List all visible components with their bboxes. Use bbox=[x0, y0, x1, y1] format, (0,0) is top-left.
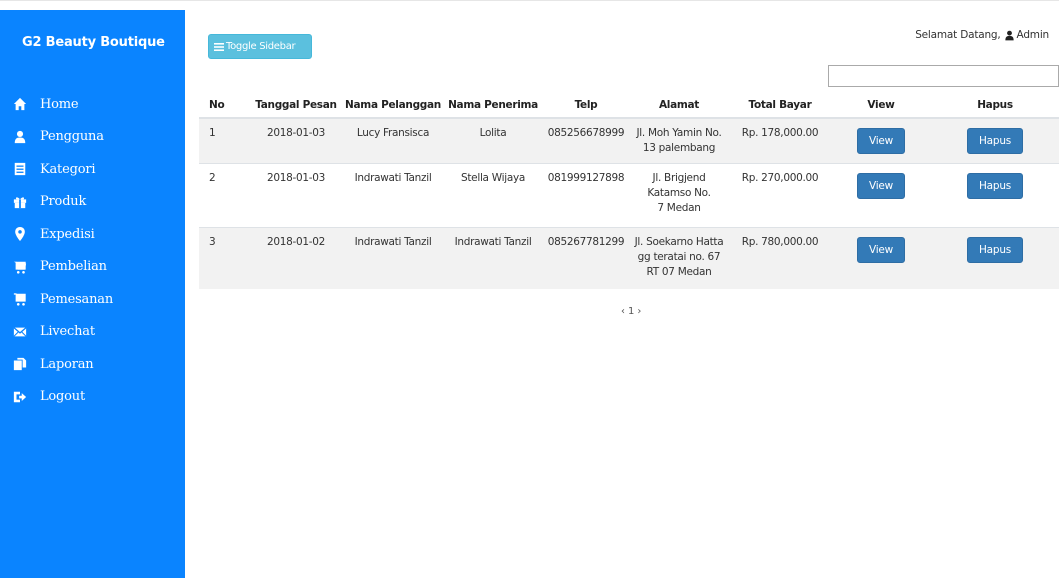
column-header-penerima: Nama Penerima bbox=[443, 92, 543, 119]
sidebar: G2 Beauty Boutique Home Pengguna Kategor… bbox=[0, 10, 185, 578]
copy-icon bbox=[10, 354, 30, 374]
cell-tanggal: 2018-01-03 bbox=[249, 117, 343, 163]
envelope-icon bbox=[10, 322, 30, 342]
cell-tanggal: 2018-01-02 bbox=[249, 226, 343, 289]
sidebar-item-label: Livechat bbox=[40, 324, 95, 340]
cell-total: Rp. 178,000.00 bbox=[729, 117, 831, 163]
sidebar-item-label: Pembelian bbox=[40, 259, 107, 275]
sidebar-item-label: Expedisi bbox=[40, 226, 95, 242]
sidebar-item-home[interactable]: Home bbox=[10, 88, 180, 121]
cell-telp: 085267781299 bbox=[543, 226, 629, 289]
table-row: 2 2018-01-03 Indrawati Tanzil Stella Wij… bbox=[199, 162, 1059, 227]
cell-view: View bbox=[831, 226, 931, 289]
view-button[interactable]: View bbox=[856, 172, 906, 199]
column-header-alamat: Alamat bbox=[629, 92, 729, 119]
cell-hapus: Hapus bbox=[931, 117, 1059, 163]
sidebar-item-kategori[interactable]: Kategori bbox=[10, 153, 180, 186]
table-header-row: No Tanggal Pesan Nama Pelanggan Nama Pen… bbox=[199, 92, 1059, 119]
sidebar-item-pembelian[interactable]: Pembelian bbox=[10, 251, 180, 284]
table-row: 3 2018-01-02 Indrawati Tanzil Indrawati … bbox=[199, 226, 1059, 289]
pagination-next[interactable]: › bbox=[637, 306, 642, 317]
cell-hapus: Hapus bbox=[931, 162, 1059, 227]
cell-pelanggan: Indrawati Tanzil bbox=[343, 226, 443, 289]
pagination: ‹ 1 › bbox=[621, 306, 642, 317]
toggle-sidebar-button[interactable]: Toggle Sidebar bbox=[208, 34, 312, 59]
sidebar-item-label: Laporan bbox=[40, 356, 94, 372]
cell-alamat: Jl. Soekarno Hatta gg teratai no. 67 RT … bbox=[629, 226, 729, 289]
user-icon bbox=[10, 127, 30, 147]
cart-icon bbox=[10, 289, 30, 309]
main-content: Toggle Sidebar Selamat Datang, Admin No bbox=[185, 10, 1059, 578]
gift-icon bbox=[10, 192, 30, 212]
column-header-view: View bbox=[831, 92, 931, 119]
column-header-no: No bbox=[199, 92, 249, 119]
cell-alamat: Jl. Brigjend Katamso No. 7 Medan bbox=[629, 162, 729, 227]
cell-pelanggan: Indrawati Tanzil bbox=[343, 162, 443, 227]
pagination-prev[interactable]: ‹ bbox=[621, 306, 626, 317]
cart-icon bbox=[10, 257, 30, 277]
cell-telp: 085256678999 bbox=[543, 117, 629, 163]
sidebar-item-pemesanan[interactable]: Pemesanan bbox=[10, 283, 180, 316]
brand-title[interactable]: G2 Beauty Boutique bbox=[22, 35, 165, 50]
welcome-text: Selamat Datang, Admin bbox=[915, 29, 1049, 41]
cell-telp: 081999127898 bbox=[543, 162, 629, 227]
column-header-tanggal: Tanggal Pesan bbox=[249, 92, 343, 119]
column-header-pelanggan: Nama Pelanggan bbox=[343, 92, 443, 119]
cell-hapus: Hapus bbox=[931, 226, 1059, 289]
hapus-button[interactable]: Hapus bbox=[966, 172, 1024, 199]
view-button[interactable]: View bbox=[856, 236, 906, 263]
cell-view: View bbox=[831, 117, 931, 163]
toggle-sidebar-label: Toggle Sidebar bbox=[226, 41, 296, 52]
cell-view: View bbox=[831, 162, 931, 227]
list-icon bbox=[10, 159, 30, 179]
sidebar-item-livechat[interactable]: Livechat bbox=[10, 316, 180, 349]
search-input[interactable] bbox=[828, 65, 1059, 87]
sidebar-item-label: Produk bbox=[40, 194, 87, 210]
sidebar-item-label: Kategori bbox=[40, 161, 96, 177]
cell-no: 2 bbox=[199, 162, 249, 227]
table-row: 1 2018-01-03 Lucy Fransisca Lolita 08525… bbox=[199, 117, 1059, 163]
cell-no: 1 bbox=[199, 117, 249, 163]
column-header-telp: Telp bbox=[543, 92, 629, 119]
cell-no: 3 bbox=[199, 226, 249, 289]
top-border bbox=[0, 0, 1059, 1]
cell-tanggal: 2018-01-03 bbox=[249, 162, 343, 227]
map-marker-icon bbox=[10, 224, 30, 244]
user-icon bbox=[1004, 30, 1014, 40]
sidebar-item-label: Pemesanan bbox=[40, 291, 113, 307]
welcome-user[interactable]: Admin bbox=[1017, 29, 1050, 41]
sidebar-item-label: Logout bbox=[40, 389, 86, 405]
sidebar-item-label: Home bbox=[40, 96, 79, 112]
cell-penerima: Stella Wijaya bbox=[443, 162, 543, 227]
menu-icon bbox=[214, 42, 224, 51]
pagination-page[interactable]: 1 bbox=[628, 306, 635, 317]
cell-total: Rp. 270,000.00 bbox=[729, 162, 831, 227]
hapus-button[interactable]: Hapus bbox=[966, 128, 1024, 154]
cell-penerima: Indrawati Tanzil bbox=[443, 226, 543, 289]
welcome-prefix: Selamat Datang, bbox=[915, 29, 1001, 41]
sidebar-item-logout[interactable]: Logout bbox=[10, 381, 180, 414]
cell-total: Rp. 780,000.00 bbox=[729, 226, 831, 289]
sidebar-item-pengguna[interactable]: Pengguna bbox=[10, 121, 180, 154]
cell-alamat: Jl. Moh Yamin No. 13 palembang bbox=[629, 117, 729, 163]
column-header-total: Total Bayar bbox=[729, 92, 831, 119]
logout-icon bbox=[10, 387, 30, 407]
cell-pelanggan: Lucy Fransisca bbox=[343, 117, 443, 163]
home-icon bbox=[10, 94, 30, 114]
sidebar-item-label: Pengguna bbox=[40, 129, 104, 145]
view-button[interactable]: View bbox=[856, 128, 906, 154]
column-header-hapus: Hapus bbox=[931, 92, 1059, 119]
sidebar-item-expedisi[interactable]: Expedisi bbox=[10, 218, 180, 251]
hapus-button[interactable]: Hapus bbox=[966, 236, 1024, 263]
sidebar-nav: Home Pengguna Kategori Produk Expedisi P… bbox=[10, 88, 180, 413]
cell-penerima: Lolita bbox=[443, 117, 543, 163]
sidebar-item-laporan[interactable]: Laporan bbox=[10, 348, 180, 381]
sidebar-item-produk[interactable]: Produk bbox=[10, 186, 180, 219]
orders-table: No Tanggal Pesan Nama Pelanggan Nama Pen… bbox=[199, 92, 1059, 289]
